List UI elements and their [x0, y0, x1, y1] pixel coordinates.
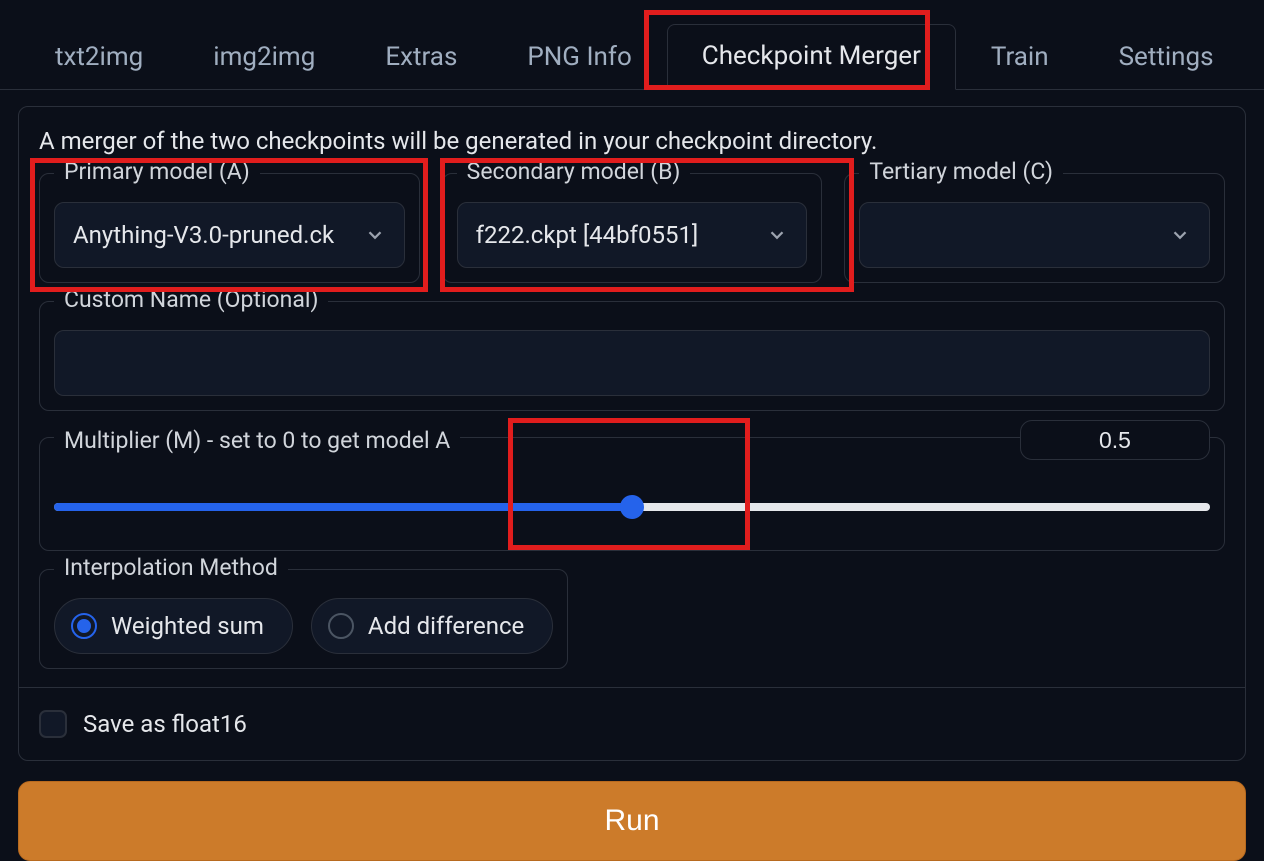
chevron-down-icon: [766, 224, 788, 246]
radio-weighted-sum-label: Weighted sum: [111, 612, 264, 640]
tab-img2img[interactable]: img2img: [178, 25, 350, 90]
secondary-model-label: Secondary model (B): [457, 158, 691, 185]
tertiary-model-select[interactable]: [859, 202, 1210, 268]
tab-settings[interactable]: Settings: [1084, 25, 1249, 90]
primary-model-select[interactable]: Anything-V3.0-pruned.ck: [54, 202, 405, 268]
checkpoint-merger-panel: A merger of the two checkpoints will be …: [18, 106, 1246, 761]
multiplier-fieldset: Multiplier (M) - set to 0 to get model A: [39, 437, 1225, 551]
main-tabs: txt2img img2img Extras PNG Info Checkpoi…: [0, 0, 1264, 90]
save-float16-row: Save as float16: [39, 688, 1225, 760]
radio-dot-icon: [328, 613, 354, 639]
radio-add-difference[interactable]: Add difference: [311, 598, 553, 654]
save-float16-checkbox[interactable]: [39, 710, 67, 738]
primary-model-value: Anything-V3.0-pruned.ck: [73, 221, 334, 249]
slider-fill: [54, 503, 632, 511]
tab-txt2img[interactable]: txt2img: [20, 25, 178, 90]
custom-name-label: Custom Name (Optional): [54, 286, 328, 313]
secondary-model-value: f222.ckpt [44bf0551]: [476, 221, 699, 249]
model-select-row: Primary model (A) Anything-V3.0-pruned.c…: [39, 173, 1225, 283]
radio-add-difference-label: Add difference: [368, 612, 524, 640]
radio-weighted-sum[interactable]: Weighted sum: [54, 598, 293, 654]
slider-thumb[interactable]: [620, 495, 644, 519]
tab-checkpoint-merger[interactable]: Checkpoint Merger: [667, 24, 956, 90]
multiplier-label: Multiplier (M) - set to 0 to get model A: [54, 427, 460, 454]
interpolation-label: Interpolation Method: [54, 554, 288, 581]
secondary-model-select[interactable]: f222.ckpt [44bf0551]: [457, 202, 808, 268]
custom-name-fieldset: Custom Name (Optional): [39, 301, 1225, 411]
multiplier-slider[interactable]: [54, 494, 1210, 520]
tertiary-model-label: Tertiary model (C): [859, 158, 1063, 185]
tab-extras[interactable]: Extras: [350, 25, 492, 90]
chevron-down-icon: [364, 224, 386, 246]
interpolation-fieldset: Interpolation Method Weighted sum Add di…: [39, 569, 568, 669]
run-button[interactable]: Run: [18, 781, 1246, 861]
primary-model-label: Primary model (A): [54, 158, 260, 185]
tab-pnginfo[interactable]: PNG Info: [492, 25, 666, 90]
chevron-down-icon: [1169, 224, 1191, 246]
primary-model-fieldset: Primary model (A) Anything-V3.0-pruned.c…: [39, 173, 420, 283]
tertiary-model-fieldset: Tertiary model (C): [844, 173, 1225, 283]
secondary-model-fieldset: Secondary model (B) f222.ckpt [44bf0551]: [442, 173, 823, 283]
multiplier-value-input[interactable]: [1020, 420, 1210, 460]
panel-description: A merger of the two checkpoints will be …: [39, 127, 1225, 155]
radio-dot-icon: [71, 613, 97, 639]
tab-train[interactable]: Train: [956, 25, 1084, 90]
custom-name-input[interactable]: [54, 330, 1210, 396]
save-float16-label: Save as float16: [83, 710, 247, 738]
